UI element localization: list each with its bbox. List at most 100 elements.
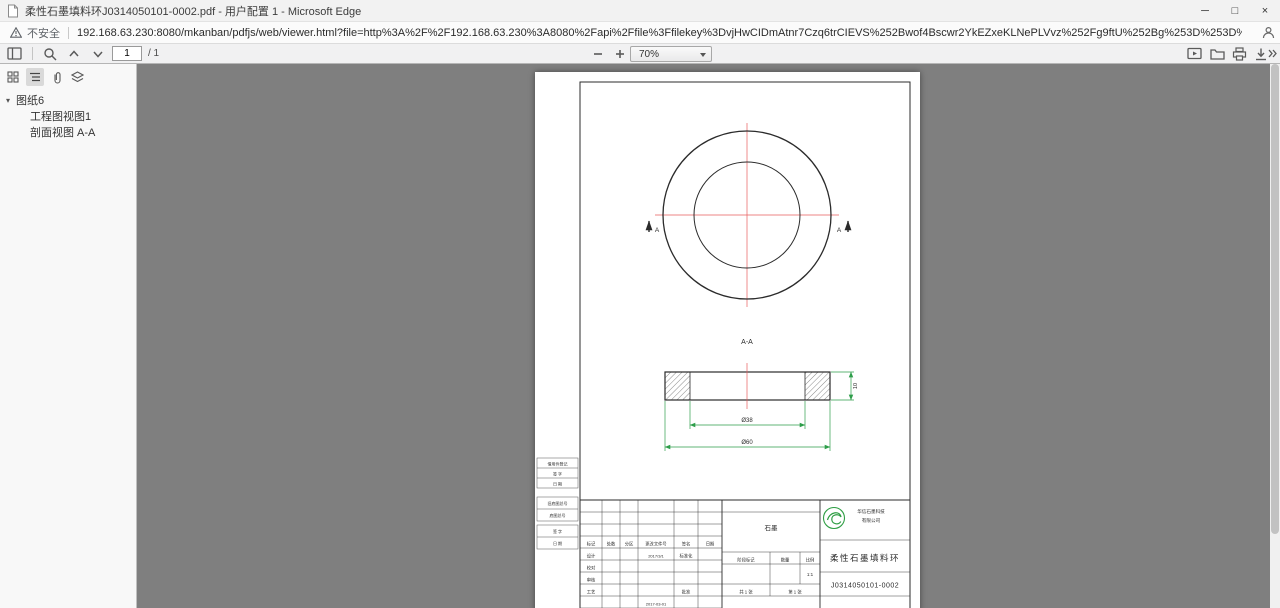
outline-list-icon: [29, 71, 41, 83]
section-view-label: A-A: [741, 339, 753, 346]
tb-drawing-number: J0314050101-0002: [831, 583, 899, 590]
section-marker-right: A: [837, 227, 842, 234]
thumbnails-view-button[interactable]: [4, 68, 22, 86]
warning-triangle-icon: [10, 27, 22, 38]
more-tools-button[interactable]: [1266, 45, 1279, 62]
zoom-select[interactable]: 70%: [630, 46, 712, 62]
maximize-button[interactable]: □: [1220, 0, 1250, 22]
chevron-down-icon: [92, 48, 104, 60]
tb-header-date: 日期: [706, 542, 715, 548]
margin-date2-label: 日 期: [553, 540, 562, 546]
pdf-toolbar: / 1 70%: [0, 44, 1280, 64]
tb-header-docno: 更改文件号: [645, 541, 666, 548]
open-file-icon: [1210, 47, 1225, 60]
tb-row-standard: 标准化: [680, 553, 694, 560]
minimize-button[interactable]: ─: [1190, 0, 1220, 22]
tb-header-mark: 标记: [587, 541, 596, 548]
outline-view-button[interactable]: [26, 68, 44, 86]
tb-sheet-no: 第 1 张: [788, 589, 802, 596]
layers-view-button[interactable]: [68, 68, 86, 86]
tb-header-count: 处数: [607, 541, 616, 548]
presentation-mode-icon: [1187, 47, 1202, 60]
url-text[interactable]: 192.168.63.230:8080/mkanban/pdfjs/web/vi…: [77, 27, 1242, 39]
window-controls: ─ □ ×: [1190, 0, 1280, 22]
sidebar-toggle-icon: [7, 47, 22, 60]
zoom-caret-icon: [700, 53, 706, 57]
margin-master-label: 底图总号: [550, 512, 566, 518]
previous-page-button[interactable]: [64, 45, 84, 62]
engineering-drawing: A A A-A: [535, 72, 920, 608]
tb-row-process: 工艺: [587, 590, 596, 595]
tb-part-name: 柔性石墨填料环: [830, 553, 900, 563]
margin-old-master-label: 旧底图总号: [548, 500, 568, 506]
content-area: ▾ 图纸6 工程图视图1 剖面视图 A-A: [0, 64, 1280, 608]
toolbar-separator: [32, 47, 33, 60]
margin-date-label: 日 期: [553, 481, 562, 487]
thumbnails-icon: [7, 71, 19, 83]
plus-icon: [614, 48, 626, 60]
security-label: 不安全: [27, 25, 60, 41]
tb-design-date: 2017/3/1: [648, 554, 664, 559]
page-count-label: / 1: [148, 48, 159, 59]
outline-item-section[interactable]: 剖面视图 A-A: [0, 124, 137, 140]
attachments-view-button[interactable]: [48, 68, 66, 86]
page-number-input[interactable]: [112, 46, 142, 61]
outline-item-root[interactable]: ▾ 图纸6: [0, 92, 137, 108]
profile-icon[interactable]: [1261, 25, 1276, 40]
tb-material: 石墨: [765, 524, 779, 532]
tb-stage-label: 阶段标记: [737, 557, 755, 564]
open-file-button[interactable]: [1207, 45, 1227, 62]
section-marker-left: A: [655, 227, 660, 234]
security-chip[interactable]: 不安全: [10, 25, 60, 41]
minus-icon: [592, 48, 604, 60]
vertical-scrollbar[interactable]: [1270, 64, 1280, 608]
pdf-file-icon: [7, 4, 19, 18]
section-view: A-A: [665, 339, 830, 409]
double-chevron-icon: [1267, 48, 1278, 59]
company-logo: [824, 508, 845, 529]
print-button[interactable]: [1229, 45, 1249, 62]
tb-row-review: 审核: [587, 577, 596, 584]
paperclip-icon: [51, 71, 63, 84]
title-bar: 柔性石墨填料环J0314050101-0002.pdf - 用户配置 1 - M…: [0, 0, 1280, 22]
tb-scale-value: 1:1: [807, 572, 814, 577]
pdf-page: A A A-A: [535, 72, 920, 608]
zoom-out-button[interactable]: [588, 45, 608, 62]
outline-item-view1[interactable]: 工程图视图1: [0, 108, 137, 124]
pdf-viewer[interactable]: A A A-A: [137, 64, 1280, 608]
tb-sheet-total: 共 1 张: [739, 589, 753, 596]
address-bar: 不安全 192.168.63.230:8080/mkanban/pdfjs/we…: [0, 22, 1280, 44]
next-page-button[interactable]: [88, 45, 108, 62]
dim-inner-diameter: Ø38: [741, 418, 753, 424]
margin-sign-label: 签 字: [553, 471, 562, 477]
tb-company-line2: 有限公司: [862, 517, 881, 524]
layers-icon: [71, 71, 84, 83]
dim-thickness: 10: [853, 383, 859, 389]
tb-row-check: 校对: [587, 565, 596, 572]
print-icon: [1232, 47, 1247, 61]
outline-item-label: 剖面视图 A-A: [30, 124, 95, 140]
margin-borrow-label: 借用件登记: [548, 461, 568, 467]
sidebar-toggle-button[interactable]: [4, 45, 24, 62]
search-icon: [43, 47, 57, 61]
scrollbar-thumb[interactable]: [1271, 64, 1279, 534]
find-button[interactable]: [40, 45, 60, 62]
chevron-up-icon: [68, 48, 80, 60]
presentation-mode-button[interactable]: [1184, 45, 1204, 62]
tb-scale-label: 比例: [806, 557, 815, 564]
tb-bottom-date: 2017-03-01: [646, 602, 667, 607]
outline-tree: ▾ 图纸6 工程图视图1 剖面视图 A-A: [0, 92, 137, 140]
tb-row-design: 设计: [587, 553, 596, 560]
outline-item-label: 工程图视图1: [30, 108, 91, 124]
outline-item-label: 图纸6: [16, 92, 44, 108]
zoom-value: 70%: [639, 49, 659, 60]
tree-caret-icon[interactable]: ▾: [6, 96, 16, 105]
zoom-in-button[interactable]: [610, 45, 630, 62]
title-block: 标记 处数 分区 更改文件号 签名 日期 设计 2017/3/1 标准化 校对 …: [580, 500, 910, 608]
margin-blocks: 借用件登记 签 字 日 期 旧底图总号 底图总号 签 字 日 期: [537, 458, 578, 549]
window-title: 柔性石墨填料环J0314050101-0002.pdf - 用户配置 1 - M…: [25, 3, 361, 19]
tb-company-line1: 华信石墨科技: [857, 508, 885, 515]
address-separator: [68, 27, 69, 39]
close-button[interactable]: ×: [1250, 0, 1280, 22]
dim-outer-diameter: Ø60: [741, 440, 753, 446]
